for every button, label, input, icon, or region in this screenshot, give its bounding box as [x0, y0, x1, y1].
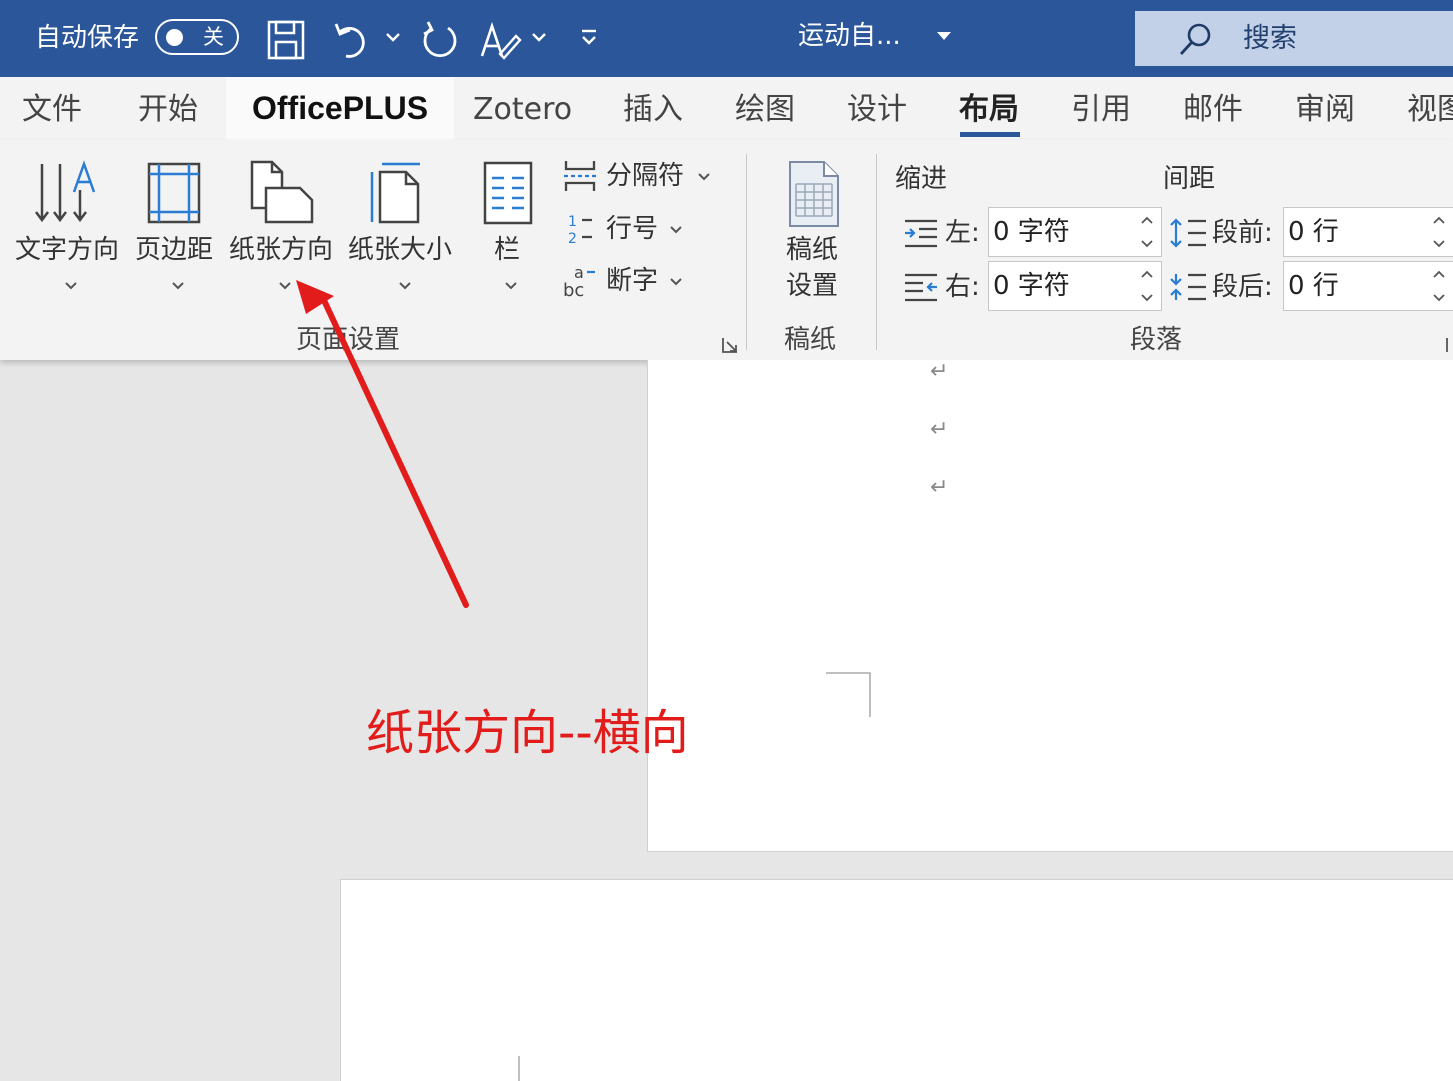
customize-icon[interactable] [578, 26, 600, 48]
chevron-down-icon [279, 282, 291, 290]
size-label: 纸张大小 [348, 235, 453, 265]
tab-mailings[interactable]: 邮件 [1183, 90, 1243, 130]
line-numbers-icon: 1 2 [568, 214, 592, 246]
spacing-after-input[interactable]: 0 行 [1283, 261, 1453, 311]
spacing-before-value: 0 行 [1288, 217, 1339, 247]
save-icon[interactable] [264, 18, 308, 62]
annotation-text: 纸张方向--横向 [366, 705, 689, 761]
group-separator [746, 154, 747, 350]
margin-corner-mark [826, 672, 871, 717]
ribbon-tabs: 文件 开始 OfficePLUS Zotero 插入 绘图 设计 布局 引用 邮… [0, 77, 1453, 140]
chevron-down-icon [698, 173, 710, 181]
line-numbers-label: 行号 [606, 214, 659, 244]
document-title-dropdown-icon[interactable] [934, 28, 954, 44]
columns-icon [483, 161, 533, 225]
tab-draw[interactable]: 绘图 [735, 90, 795, 130]
chevron-down-icon [172, 282, 184, 290]
chevron-down-icon [670, 278, 682, 286]
spacing-before-icon [1170, 218, 1206, 248]
undo-icon[interactable] [332, 18, 376, 62]
svg-text:2: 2 [568, 231, 577, 246]
spacing-before-label: 段前: [1212, 218, 1273, 248]
document-page[interactable] [340, 879, 1453, 1081]
document-page[interactable]: ↵ ↵ ↵ [647, 360, 1453, 852]
svg-text:bc: bc [563, 280, 584, 300]
tab-design[interactable]: 设计 [847, 90, 907, 130]
search-label: 搜索 [1243, 23, 1297, 54]
paragraph-group-label: 段落 [1130, 325, 1183, 355]
search-box[interactable]: 搜索 [1135, 11, 1453, 66]
indent-right-icon [905, 273, 937, 302]
autosave-label: 自动保存 [35, 23, 140, 53]
text-direction-icon [35, 160, 96, 223]
dialog-launcher-icon[interactable] [721, 336, 739, 354]
tab-layout[interactable]: 布局 [959, 90, 1019, 130]
tab-file[interactable]: 文件 [22, 90, 82, 130]
spinner-arrows-icon[interactable] [1431, 211, 1447, 253]
chevron-down-icon [670, 226, 682, 234]
margin-corner-mark [518, 1056, 520, 1081]
search-icon [1179, 23, 1211, 55]
tab-officeplus[interactable]: OfficePLUS [226, 77, 455, 140]
spinner-arrows-icon[interactable] [1431, 265, 1447, 307]
orientation-icon [250, 160, 314, 224]
tab-references[interactable]: 引用 [1071, 90, 1131, 130]
text-direction-label: 文字方向 [15, 235, 120, 265]
tab-view[interactable]: 视图 [1407, 90, 1453, 130]
spinner-arrows-icon[interactable] [1139, 211, 1155, 253]
spacing-after-label: 段后: [1212, 272, 1273, 302]
ribbon: 文字方向 页边距 纸张方向 纸张大小 栏 分隔符 1 2 行号 a bc 断字 … [0, 140, 1453, 360]
format-painter-icon[interactable] [478, 18, 522, 62]
hyphenation-icon: a bc [563, 263, 595, 300]
spinner-arrows-icon[interactable] [1139, 265, 1155, 307]
paper-size-icon [370, 162, 420, 224]
indent-left-value: 0 字符 [993, 217, 1070, 247]
page-setup-group-label: 页面设置 [296, 325, 401, 355]
indent-left-icon [905, 219, 937, 248]
redo-icon[interactable] [418, 18, 462, 62]
indent-header: 缩进 [895, 164, 948, 194]
autosave-toggle[interactable]: 关 [155, 19, 239, 55]
breaks-label: 分隔符 [606, 161, 685, 191]
indent-right-input[interactable]: 0 字符 [988, 261, 1162, 311]
autosave-state: 关 [203, 25, 224, 49]
indent-left-label: 左: [945, 218, 980, 248]
dialog-launcher-icon[interactable] [1444, 336, 1453, 354]
indent-right-label: 右: [945, 272, 980, 302]
tab-review[interactable]: 审阅 [1295, 90, 1355, 130]
manuscript-label-line1: 稿纸 [786, 235, 839, 265]
paragraph-mark: ↵ [930, 359, 949, 384]
indent-left-input[interactable]: 0 字符 [988, 207, 1162, 257]
toggle-knob [166, 29, 183, 46]
tab-zotero[interactable]: Zotero [473, 90, 572, 130]
orientation-label: 纸张方向 [229, 235, 334, 265]
hyphenation-label: 断字 [606, 266, 659, 296]
paragraph-mark: ↵ [930, 417, 949, 442]
spacing-after-value: 0 行 [1288, 271, 1339, 301]
group-separator [876, 154, 877, 350]
spacing-after-icon [1170, 273, 1206, 301]
chevron-down-icon [65, 282, 77, 290]
paragraph-mark: ↵ [930, 475, 949, 500]
columns-label: 栏 [494, 235, 521, 265]
manuscript-label-line2: 设置 [786, 271, 839, 301]
pen-dropdown-icon[interactable] [528, 26, 550, 48]
margins-icon [147, 162, 201, 224]
title-bar: 自动保存 关 运动自... 搜索 [0, 0, 1453, 77]
active-tab-indicator [960, 132, 1020, 137]
spacing-header: 间距 [1163, 164, 1216, 194]
indent-right-value: 0 字符 [993, 271, 1070, 301]
chevron-down-icon [505, 282, 517, 290]
spacing-before-input[interactable]: 0 行 [1283, 207, 1453, 257]
undo-dropdown-icon[interactable] [382, 26, 404, 48]
chevron-down-icon [399, 282, 411, 290]
document-title[interactable]: 运动自... [798, 18, 901, 54]
manuscript-icon [789, 161, 839, 227]
manuscript-group-label: 稿纸 [784, 325, 837, 355]
breaks-icon [564, 161, 596, 191]
tab-home[interactable]: 开始 [138, 90, 198, 130]
margins-label: 页边距 [135, 235, 214, 265]
tab-insert[interactable]: 插入 [623, 90, 683, 130]
svg-text:1: 1 [568, 214, 577, 230]
